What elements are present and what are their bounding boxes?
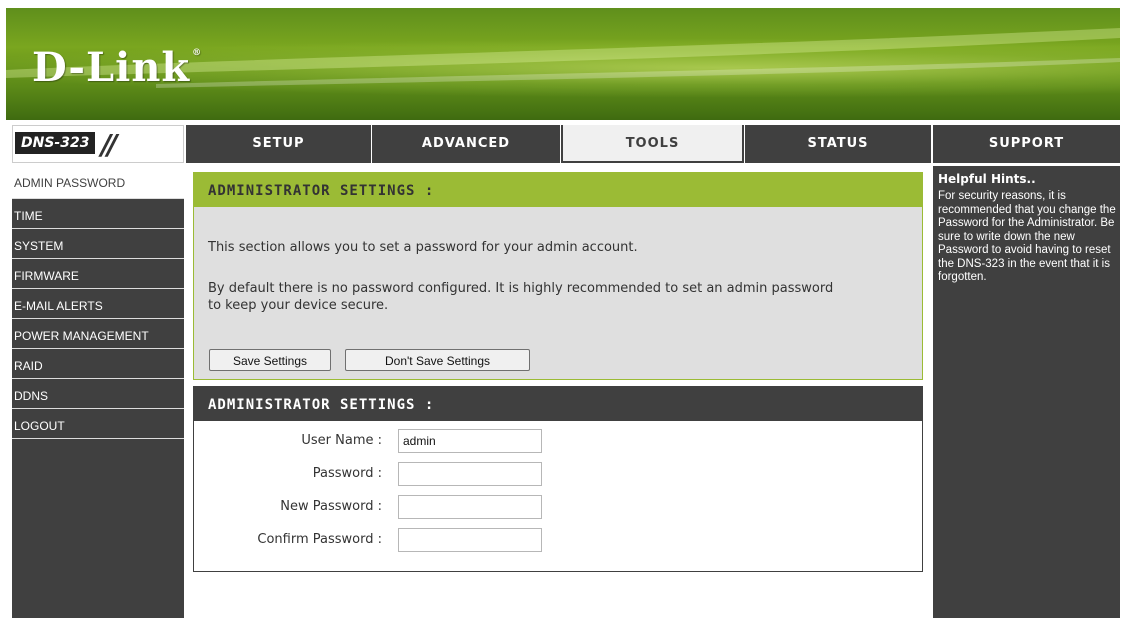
- admin-credentials-panel: ADMINISTRATOR SETTINGS : User Name : Pas…: [193, 386, 923, 572]
- tab-tools[interactable]: TOOLS: [561, 125, 744, 163]
- intro-paragraph: This section allows you to set a passwor…: [208, 240, 638, 255]
- top-navigation: SETUP ADVANCED TOOLS STATUS: [186, 125, 931, 163]
- new-password-field[interactable]: [398, 495, 542, 519]
- model-slash-decoration: //: [101, 128, 118, 161]
- password-field[interactable]: [398, 462, 542, 486]
- sidebar-item-time[interactable]: TIME: [12, 199, 184, 229]
- confirm-password-label: Confirm Password :: [257, 532, 382, 547]
- recommendation-line-2: to keep your device secure.: [208, 298, 389, 313]
- credentials-panel-title: ADMINISTRATOR SETTINGS :: [208, 397, 435, 413]
- tab-support[interactable]: SUPPORT: [933, 125, 1120, 163]
- router-admin-page: D-Link ® DNS-323 // SETUP ADVANCED TOOLS …: [0, 0, 1130, 618]
- username-label: User Name :: [301, 433, 382, 448]
- model-badge: DNS-323 //: [12, 125, 184, 163]
- username-field[interactable]: [398, 429, 542, 453]
- helpful-hints-panel: Helpful Hints.. For security reasons, it…: [933, 166, 1120, 618]
- new-password-label: New Password :: [280, 499, 382, 514]
- sidebar-item-email-alerts[interactable]: E-MAIL ALERTS: [12, 289, 184, 319]
- admin-settings-intro-panel: ADMINISTRATOR SETTINGS : This section al…: [193, 172, 923, 380]
- model-name: DNS-323: [15, 132, 96, 154]
- sidebar-menu: ADMIN PASSWORD TIME SYSTEM FIRMWARE E-MA…: [12, 166, 184, 618]
- password-row: Password :: [194, 462, 922, 488]
- sidebar-item-ddns[interactable]: DDNS: [12, 379, 184, 409]
- hints-title: Helpful Hints..: [938, 172, 1036, 186]
- intro-panel-header: ADMINISTRATOR SETTINGS :: [194, 173, 922, 207]
- sidebar-item-system[interactable]: SYSTEM: [12, 229, 184, 259]
- sidebar-item-raid[interactable]: RAID: [12, 349, 184, 379]
- tab-setup[interactable]: SETUP: [186, 125, 371, 163]
- sidebar-item-logout[interactable]: LOGOUT: [12, 409, 184, 439]
- password-label: Password :: [312, 466, 382, 481]
- recommendation-line-1: By default there is no password configur…: [208, 281, 834, 296]
- intro-panel-title: ADMINISTRATOR SETTINGS :: [208, 183, 435, 199]
- page-edge: [1121, 125, 1130, 618]
- logo-text: D-Link: [32, 44, 191, 91]
- new-password-row: New Password :: [194, 495, 922, 521]
- confirm-password-row: Confirm Password :: [194, 528, 922, 554]
- dlink-logo: D-Link ®: [32, 44, 202, 91]
- save-settings-button[interactable]: Save Settings: [209, 349, 331, 371]
- hints-text: For security reasons, it is recommended …: [938, 190, 1116, 283]
- main-content: ADMINISTRATOR SETTINGS : This section al…: [186, 166, 931, 618]
- registered-mark: ®: [192, 48, 203, 58]
- sidebar-item-power-management[interactable]: POWER MANAGEMENT: [12, 319, 184, 349]
- credentials-panel-header: ADMINISTRATOR SETTINGS :: [194, 387, 922, 421]
- username-row: User Name :: [194, 429, 922, 455]
- header-banner: D-Link ®: [6, 8, 1120, 120]
- confirm-password-field[interactable]: [398, 528, 542, 552]
- sidebar-item-firmware[interactable]: FIRMWARE: [12, 259, 184, 289]
- tab-status[interactable]: STATUS: [745, 125, 931, 163]
- sidebar-item-admin-password[interactable]: ADMIN PASSWORD: [12, 166, 184, 199]
- dont-save-settings-button[interactable]: Don't Save Settings: [345, 349, 530, 371]
- tab-advanced[interactable]: ADVANCED: [372, 125, 560, 163]
